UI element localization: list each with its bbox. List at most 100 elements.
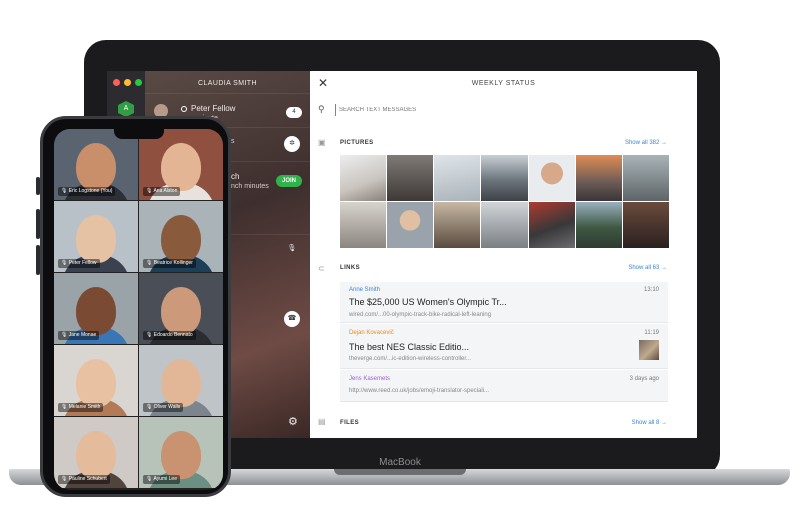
weekly-status-panel: ✕ WEEKLY STATUS ⚲ ▣ PICTURES Show all 38… [310,71,697,438]
participant-name-tag: 🎙 Peter Fellow [58,259,100,268]
video-tile[interactable]: 🎙 Melanie Smith [54,345,138,416]
pictures-grid [340,155,669,248]
participant-name-tag: 🎙 Edoardo Bennato [143,331,196,340]
chat-row-detail: nch minutes [231,183,269,190]
link-author: Anne Smith [349,287,381,293]
participant-face [76,215,116,263]
picture-thumbnail[interactable] [622,202,669,248]
picture-thumbnail[interactable] [528,155,575,201]
laptop-brand-label: MacBook [379,457,421,468]
phone-side-button [36,177,40,195]
picture-thumbnail[interactable] [622,155,669,201]
mute-call-icon[interactable]: 🎙 [284,241,300,257]
show-all-links-link[interactable]: Show all 63 → [628,265,667,271]
picture-thumbnail[interactable] [340,155,387,201]
participant-name-tag: 🎙 Jane Monae [58,331,100,340]
participant-name-tag: 🎙 Melanie Smith [58,403,104,412]
participant-face [161,287,201,335]
participant-name-tag: 🎙 Eric Logstone (You) [58,187,116,196]
video-tile[interactable]: 🎙 Beatrice Kollinger [139,201,223,272]
participant-face [161,431,201,479]
video-tile[interactable]: 🎙 Ayumi Lee [139,417,223,488]
window-minimize-dot[interactable] [124,79,131,86]
link-date: 13:10 [643,287,659,293]
link-author: Jens Kasemets [349,376,391,382]
file-icon: ▤ [318,417,326,426]
status-ring-icon [181,106,187,112]
panel-title: WEEKLY STATUS [471,80,536,87]
show-all-files-link[interactable]: Show all 8 → [632,420,667,426]
link-url: http://www.reed.co.uk/jobs/emoji-transla… [349,388,490,394]
phone-notch [114,129,164,139]
phone-side-button [36,209,40,239]
participant-face [161,143,201,191]
chat-row-name: Peter Fellow [191,104,236,113]
participant-face [76,287,116,335]
search-bar: ⚲ [318,104,688,116]
link-date: 3 days ago [629,376,659,382]
chat-row-title: ch [231,172,240,181]
link-item[interactable]: Dejan Kovacevič 11:19 The best NES Class… [340,324,668,369]
video-tile[interactable]: 🎙 Edoardo Bennato [139,273,223,344]
unread-badge: 4 [286,107,302,118]
link-item[interactable]: Anne Smith 13:10 The $25,000 US Women's … [340,282,668,323]
video-tile[interactable]: 🎙 Jane Monae [54,273,138,344]
link-icon: ⊂ [318,264,325,273]
picture-thumbnail[interactable] [434,202,481,248]
link-author: Dejan Kovacevič [349,330,394,336]
picture-thumbnail[interactable] [481,155,528,201]
app-logo[interactable]: A [118,101,134,117]
window-controls [113,79,142,86]
participant-face [161,215,201,263]
show-all-pictures-link[interactable]: Show all 382 → [625,140,667,146]
marketing-composite: A CLAUDIA SMITH Peter Fellow a minute 4 … [0,0,800,523]
link-url: theverge.com/...ic-edition-wireless-cont… [349,356,472,362]
video-tile[interactable]: 🎙 Peter Fellow [54,201,138,272]
window-zoom-dot[interactable] [135,79,142,86]
video-tile[interactable]: 🎙 Pauline Schubert [54,417,138,488]
chat-row-subtitle: s [231,138,235,145]
laptop-hinge-notch [334,469,466,475]
link-item[interactable]: Jens Kasemets 3 days ago http://www.reed… [340,370,668,402]
participant-face [76,359,116,407]
picture-thumbnail[interactable] [575,155,622,201]
join-call-button[interactable]: JOIN [276,175,302,187]
window-close-dot[interactable] [113,79,120,86]
link-url: wired.com/...00-olympic-track-bike-radic… [349,312,492,318]
picture-thumbnail[interactable] [528,202,575,248]
picture-thumbnail[interactable] [387,202,434,248]
participant-name-tag: 🎙 Beatrice Kollinger [143,259,196,268]
conversation-title: CLAUDIA SMITH [198,80,257,87]
picture-thumbnail[interactable] [340,202,387,248]
link-title: The best NES Classic Editio... [349,342,470,352]
picture-thumbnail[interactable] [575,202,622,248]
phone-side-button [36,245,40,275]
picture-thumbnail[interactable] [434,155,481,201]
image-icon: ▣ [318,138,326,147]
search-icon: ⚲ [318,104,325,114]
video-tile[interactable]: 🎙 Oliver Walls [139,345,223,416]
video-tile[interactable]: 🎙 Ana Alston [139,129,223,200]
links-heading: LINKS [340,265,360,271]
picture-thumbnail[interactable] [387,155,434,201]
link-title: The $25,000 US Women's Olympic Tr... [349,297,507,307]
search-input[interactable] [339,104,669,116]
phone-screen: 🎙 Eric Logstone (You) 🎙 Ana Alston 🎙 Peter… [54,129,223,490]
participant-face [76,431,116,479]
participant-face [76,143,116,191]
participant-name-tag: 🎙 Ana Alston [143,187,181,196]
settings-small-icon[interactable]: ✲ [284,136,300,152]
phone-device: 🎙 Eric Logstone (You) 🎙 Ana Alston 🎙 Peter… [36,116,231,497]
participant-face [161,359,201,407]
pictures-heading: PICTURES [340,140,374,146]
link-thumbnail [639,340,659,360]
hang-up-icon[interactable]: ☎ [284,311,300,327]
gear-icon[interactable]: ⚙ [288,415,298,428]
text-caret [335,104,336,116]
files-heading: FILES [340,420,360,426]
participant-name-tag: 🎙 Ayumi Lee [143,475,180,484]
participant-name-tag: 🎙 Oliver Walls [143,403,184,412]
video-tile[interactable]: 🎙 Eric Logstone (You) [54,129,138,200]
picture-thumbnail[interactable] [481,202,528,248]
participant-name-tag: 🎙 Pauline Schubert [58,475,110,484]
